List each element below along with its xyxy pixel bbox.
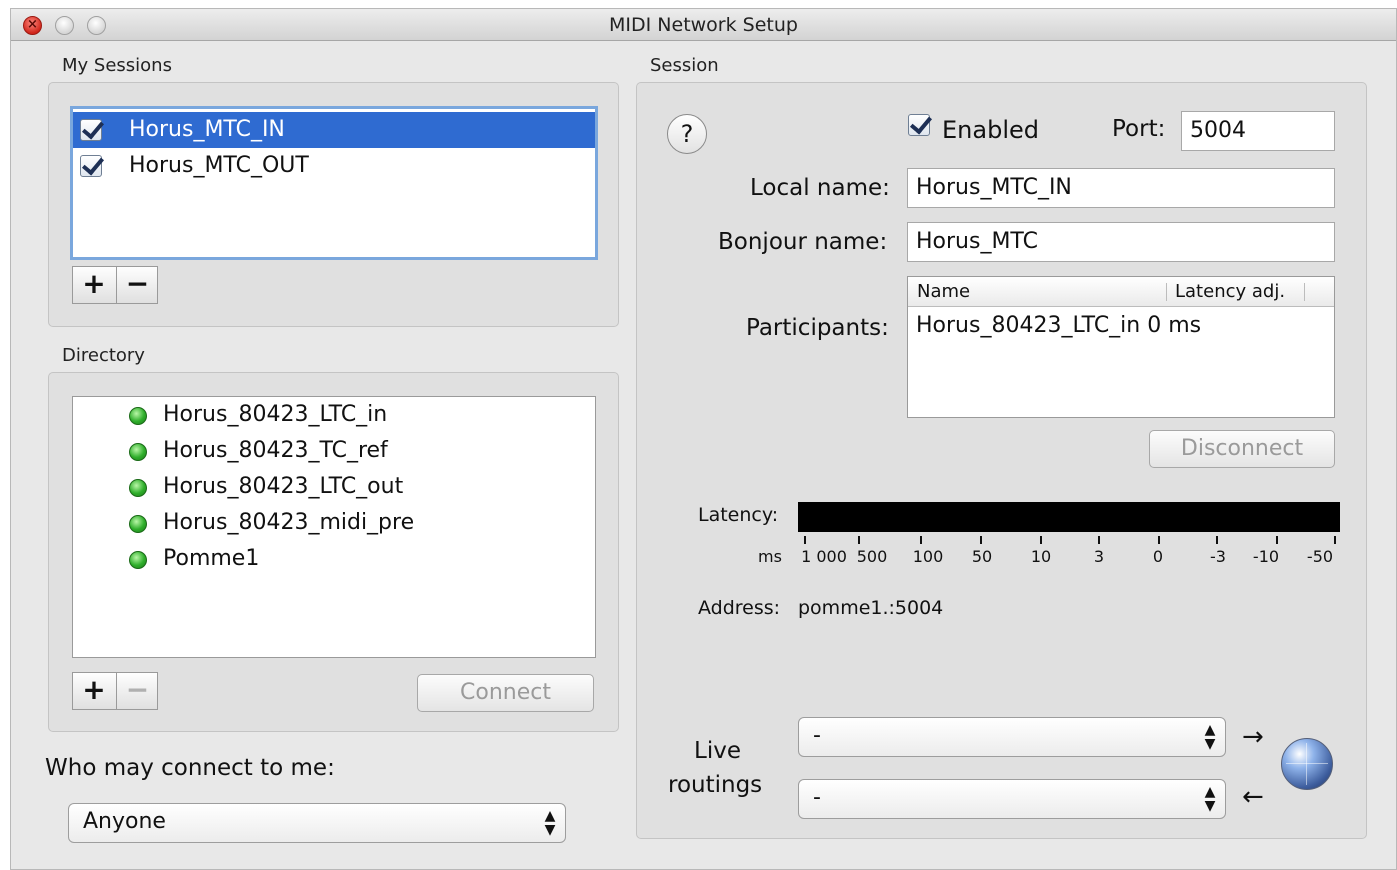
- local-name-field[interactable]: Horus_MTC_IN: [907, 168, 1335, 208]
- routing-out-select[interactable]: - ▲ ▼: [798, 717, 1226, 757]
- address-value: pomme1.:5004: [798, 597, 944, 619]
- add-directory-button[interactable]: +: [73, 673, 115, 709]
- latency-tick-label: 10: [1030, 547, 1052, 566]
- participant-name: Horus_80423_LTC_in: [916, 313, 1141, 338]
- title-bar: × MIDI Network Setup: [11, 9, 1396, 41]
- who-may-connect-select[interactable]: Anyone ▲ ▼: [68, 803, 566, 843]
- arrow-right-icon: →: [1242, 722, 1264, 752]
- routing-in-select[interactable]: - ▲ ▼: [798, 779, 1226, 819]
- directory-label: Directory: [62, 345, 145, 366]
- directory-list[interactable]: Horus_80423_LTC_in Horus_80423_TC_ref Ho…: [72, 396, 596, 658]
- latency-tick: [858, 536, 860, 544]
- live-routings-label-line1: Live: [694, 738, 741, 764]
- address-label: Address:: [698, 597, 781, 619]
- my-sessions-label: My Sessions: [62, 55, 172, 76]
- disconnect-button[interactable]: Disconnect: [1149, 430, 1335, 468]
- add-session-button[interactable]: +: [73, 267, 115, 303]
- enabled-checkbox-box: [908, 114, 930, 136]
- enabled-label: Enabled: [942, 116, 1039, 144]
- latency-tick-label: -10: [1252, 547, 1280, 566]
- latency-tick-label: -50: [1306, 547, 1334, 566]
- latency-tick: [1216, 536, 1218, 544]
- latency-unit-label: ms: [758, 547, 782, 566]
- session-item-horus-mtc-out[interactable]: Horus_MTC_OUT: [73, 148, 595, 184]
- session-item-label: Horus_MTC_OUT: [129, 153, 309, 178]
- online-status-icon: [129, 407, 147, 425]
- latency-tick-label: 0: [1152, 547, 1164, 566]
- port-field[interactable]: 5004: [1181, 111, 1335, 151]
- participants-label: Participants:: [746, 315, 889, 341]
- latency-tick: [1334, 536, 1336, 544]
- directory-item-label: Horus_80423_LTC_in: [163, 402, 388, 427]
- routing-in-value: -: [813, 785, 821, 810]
- session-item-horus-mtc-in[interactable]: Horus_MTC_IN: [73, 112, 595, 148]
- table-row[interactable]: Horus_80423_LTC_in 0 ms: [916, 313, 1201, 338]
- arrow-left-icon: ←: [1242, 782, 1264, 812]
- remove-directory-button[interactable]: −: [116, 673, 158, 709]
- online-status-icon: [129, 479, 147, 497]
- bonjour-name-label: Bonjour name:: [718, 229, 888, 255]
- latency-tick: [1276, 536, 1278, 544]
- connect-button[interactable]: Connect: [417, 674, 594, 712]
- network-globe-icon: [1281, 738, 1333, 790]
- online-status-icon: [129, 551, 147, 569]
- latency-tick: [920, 536, 922, 544]
- remove-session-button[interactable]: −: [116, 267, 158, 303]
- directory-item-label: Pomme1: [163, 546, 260, 571]
- session-label: Session: [650, 55, 719, 76]
- latency-tick: [1040, 536, 1042, 544]
- sessions-add-remove: + −: [72, 266, 158, 304]
- live-routings-label-line2: routings: [668, 772, 763, 798]
- routing-out-value: -: [813, 723, 821, 748]
- session-item-label: Horus_MTC_IN: [129, 117, 285, 142]
- help-button[interactable]: ?: [667, 114, 707, 154]
- popup-arrows-icon: ▲ ▼: [544, 808, 556, 838]
- latency-tick: [804, 536, 806, 544]
- latency-tick-label: 100: [912, 547, 944, 566]
- who-may-connect-label: Who may connect to me:: [45, 755, 335, 781]
- latency-tick: [1098, 536, 1100, 544]
- enabled-checkbox[interactable]: [908, 114, 934, 140]
- directory-item-label: Horus_80423_midi_pre: [163, 510, 415, 535]
- local-name-label: Local name:: [750, 175, 890, 201]
- latency-tick-label: 500: [856, 547, 888, 566]
- latency-meter: [798, 502, 1340, 532]
- port-label: Port:: [1112, 116, 1166, 142]
- directory-add-remove: + −: [72, 672, 158, 710]
- popup-arrows-icon: ▲ ▼: [1204, 722, 1216, 752]
- column-divider: [1304, 283, 1305, 301]
- directory-item-label: Horus_80423_LTC_out: [163, 474, 404, 499]
- bonjour-name-field[interactable]: Horus_MTC: [907, 222, 1335, 262]
- who-may-connect-value: Anyone: [83, 809, 166, 834]
- latency-tick-label: 3: [1093, 547, 1105, 566]
- participants-table-header: Name Latency adj.: [908, 277, 1334, 307]
- sessions-list[interactable]: Horus_MTC_IN Horus_MTC_OUT: [70, 106, 598, 260]
- session-enabled-checkbox[interactable]: [80, 155, 102, 177]
- column-divider: [1166, 283, 1167, 301]
- column-header-name[interactable]: Name: [917, 277, 970, 307]
- session-enabled-checkbox[interactable]: [80, 119, 102, 141]
- window-title: MIDI Network Setup: [609, 14, 798, 36]
- latency-tick: [1158, 536, 1160, 544]
- latency-tick: [980, 536, 982, 544]
- latency-tick-label: -3: [1210, 547, 1226, 566]
- participants-table[interactable]: Name Latency adj. Horus_80423_LTC_in 0 m…: [907, 276, 1335, 418]
- directory-item-label: Horus_80423_TC_ref: [163, 438, 388, 463]
- latency-tick-label: 50: [971, 547, 993, 566]
- column-header-latency[interactable]: Latency adj.: [1175, 277, 1285, 307]
- latency-tick-label: 1 000: [801, 547, 847, 566]
- latency-label: Latency:: [698, 504, 779, 526]
- popup-arrows-icon: ▲ ▼: [1204, 784, 1216, 814]
- online-status-icon: [129, 443, 147, 461]
- participant-latency: 0 ms: [1147, 313, 1202, 338]
- online-status-icon: [129, 515, 147, 533]
